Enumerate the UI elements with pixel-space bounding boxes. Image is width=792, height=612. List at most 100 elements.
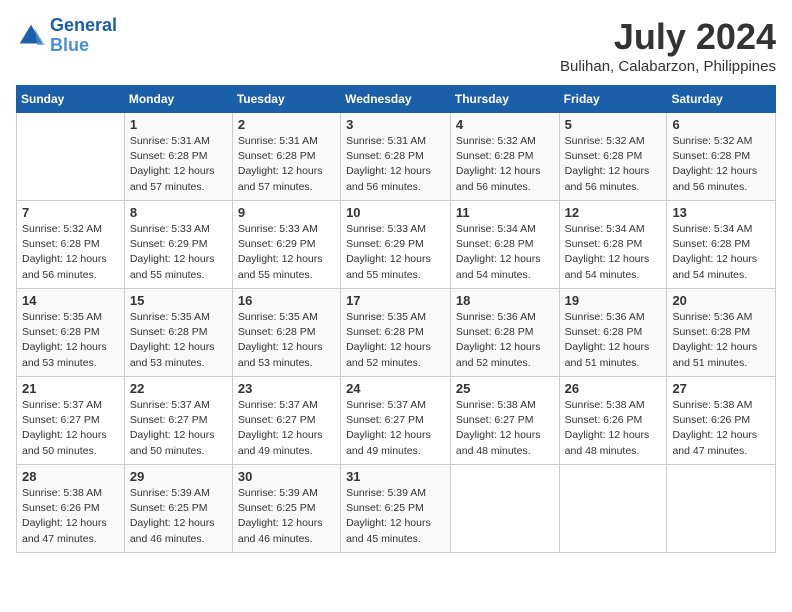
day-info: Sunrise: 5:37 AM Sunset: 6:27 PM Dayligh… <box>238 398 335 459</box>
day-info: Sunrise: 5:32 AM Sunset: 6:28 PM Dayligh… <box>22 222 119 283</box>
calendar-cell: 1Sunrise: 5:31 AM Sunset: 6:28 PM Daylig… <box>124 113 232 201</box>
day-number: 15 <box>130 293 227 308</box>
calendar-cell: 17 Sunrise: 5:35 AM Sunset: 6:28 PM Dayli… <box>341 289 451 377</box>
calendar-cell: 20 Sunrise: 5:36 AM Sunset: 6:28 PM Dayli… <box>667 289 776 377</box>
calendar-cell: 11 Sunrise: 5:34 AM Sunset: 6:28 PM Dayli… <box>450 201 559 289</box>
day-number: 19 <box>565 293 662 308</box>
day-number: 11 <box>456 205 554 220</box>
calendar-cell: 15 Sunrise: 5:35 AM Sunset: 6:28 PM Dayli… <box>124 289 232 377</box>
day-number: 6 <box>672 117 770 132</box>
day-number: 28 <box>22 469 119 484</box>
day-header-wednesday: Wednesday <box>341 86 451 113</box>
calendar-cell: 18 Sunrise: 5:36 AM Sunset: 6:28 PM Dayli… <box>450 289 559 377</box>
calendar-cell: 30Sunrise: 5:39 AM Sunset: 6:25 PM Dayli… <box>232 465 340 553</box>
day-info: Sunrise: 5:33 AM Sunset: 6:29 PM Dayligh… <box>238 222 335 283</box>
day-number: 25 <box>456 381 554 396</box>
day-number: 31 <box>346 469 445 484</box>
day-info: Sunrise: 5:35 AM Sunset: 6:28 PM Dayligh… <box>130 310 227 371</box>
day-info: Sunrise: 5:35 AM Sunset: 6:28 PM Dayligh… <box>346 310 445 371</box>
day-info: Sunrise: 5:34 AM Sunset: 6:28 PM Dayligh… <box>672 222 770 283</box>
calendar-cell: 19 Sunrise: 5:36 AM Sunset: 6:28 PM Dayli… <box>559 289 667 377</box>
day-number: 24 <box>346 381 445 396</box>
day-info: Sunrise: 5:39 AM Sunset: 6:25 PM Dayligh… <box>346 486 445 547</box>
day-number: 22 <box>130 381 227 396</box>
calendar-cell: 5 Sunrise: 5:32 AM Sunset: 6:28 PM Daylig… <box>559 113 667 201</box>
day-info: Sunrise: 5:39 AM Sunset: 6:25 PM Dayligh… <box>238 486 335 547</box>
day-info: Sunrise: 5:34 AM Sunset: 6:28 PM Dayligh… <box>456 222 554 283</box>
logo-text: General Blue <box>50 16 117 56</box>
calendar-cell: 9Sunrise: 5:33 AM Sunset: 6:29 PM Daylig… <box>232 201 340 289</box>
day-info: Sunrise: 5:36 AM Sunset: 6:28 PM Dayligh… <box>456 310 554 371</box>
day-info: Sunrise: 5:33 AM Sunset: 6:29 PM Dayligh… <box>346 222 445 283</box>
day-number: 3 <box>346 117 445 132</box>
day-header-saturday: Saturday <box>667 86 776 113</box>
day-info: Sunrise: 5:32 AM Sunset: 6:28 PM Dayligh… <box>456 134 554 195</box>
day-header-thursday: Thursday <box>450 86 559 113</box>
day-info: Sunrise: 5:38 AM Sunset: 6:26 PM Dayligh… <box>22 486 119 547</box>
day-number: 21 <box>22 381 119 396</box>
day-number: 20 <box>672 293 770 308</box>
day-number: 16 <box>238 293 335 308</box>
calendar-cell: 14Sunrise: 5:35 AM Sunset: 6:28 PM Dayli… <box>17 289 125 377</box>
day-number: 29 <box>130 469 227 484</box>
day-number: 1 <box>130 117 227 132</box>
calendar-cell <box>17 113 125 201</box>
day-number: 5 <box>565 117 662 132</box>
day-info: Sunrise: 5:31 AM Sunset: 6:28 PM Dayligh… <box>346 134 445 195</box>
day-number: 13 <box>672 205 770 220</box>
day-info: Sunrise: 5:36 AM Sunset: 6:28 PM Dayligh… <box>672 310 770 371</box>
calendar-cell: 23 Sunrise: 5:37 AM Sunset: 6:27 PM Dayli… <box>232 377 340 465</box>
day-info: Sunrise: 5:33 AM Sunset: 6:29 PM Dayligh… <box>130 222 227 283</box>
calendar-cell: 7 Sunrise: 5:32 AM Sunset: 6:28 PM Daylig… <box>17 201 125 289</box>
day-info: Sunrise: 5:35 AM Sunset: 6:28 PM Dayligh… <box>238 310 335 371</box>
calendar-cell <box>559 465 667 553</box>
calendar-cell: 6Sunrise: 5:32 AM Sunset: 6:28 PM Daylig… <box>667 113 776 201</box>
calendar-cell: 10Sunrise: 5:33 AM Sunset: 6:29 PM Dayli… <box>341 201 451 289</box>
day-info: Sunrise: 5:37 AM Sunset: 6:27 PM Dayligh… <box>130 398 227 459</box>
day-number: 2 <box>238 117 335 132</box>
day-info: Sunrise: 5:32 AM Sunset: 6:28 PM Dayligh… <box>565 134 662 195</box>
calendar-cell: 3 Sunrise: 5:31 AM Sunset: 6:28 PM Daylig… <box>341 113 451 201</box>
day-header-friday: Friday <box>559 86 667 113</box>
calendar-cell: 22 Sunrise: 5:37 AM Sunset: 6:27 PM Dayli… <box>124 377 232 465</box>
day-info: Sunrise: 5:37 AM Sunset: 6:27 PM Dayligh… <box>22 398 119 459</box>
day-header-monday: Monday <box>124 86 232 113</box>
week-row-2: 7 Sunrise: 5:32 AM Sunset: 6:28 PM Daylig… <box>17 201 776 289</box>
title-block: July 2024 Bulihan, Calabarzon, Philippin… <box>560 16 776 75</box>
calendar-cell: 12Sunrise: 5:34 AM Sunset: 6:28 PM Dayli… <box>559 201 667 289</box>
calendar-cell: 4Sunrise: 5:32 AM Sunset: 6:28 PM Daylig… <box>450 113 559 201</box>
day-info: Sunrise: 5:37 AM Sunset: 6:27 PM Dayligh… <box>346 398 445 459</box>
calendar-cell: 16 Sunrise: 5:35 AM Sunset: 6:28 PM Dayli… <box>232 289 340 377</box>
days-header-row: SundayMondayTuesdayWednesdayThursdayFrid… <box>17 86 776 113</box>
month-title: July 2024 <box>560 16 776 58</box>
calendar-cell <box>667 465 776 553</box>
day-info: Sunrise: 5:39 AM Sunset: 6:25 PM Dayligh… <box>130 486 227 547</box>
day-info: Sunrise: 5:31 AM Sunset: 6:28 PM Dayligh… <box>238 134 335 195</box>
day-number: 17 <box>346 293 445 308</box>
logo: General Blue <box>16 16 117 56</box>
day-number: 18 <box>456 293 554 308</box>
day-number: 7 <box>22 205 119 220</box>
week-row-1: 1 Sunrise: 5:31 AM Sunset: 6:28 PM Daylig… <box>17 113 776 201</box>
calendar-cell: 13 Sunrise: 5:34 AM Sunset: 6:28 PM Dayli… <box>667 201 776 289</box>
day-info: Sunrise: 5:36 AM Sunset: 6:28 PM Dayligh… <box>565 310 662 371</box>
calendar-cell: 26Sunrise: 5:38 AM Sunset: 6:26 PM Dayli… <box>559 377 667 465</box>
day-number: 23 <box>238 381 335 396</box>
calendar-cell: 8 Sunrise: 5:33 AM Sunset: 6:29 PM Daylig… <box>124 201 232 289</box>
calendar-cell: 24 Sunrise: 5:37 AM Sunset: 6:27 PM Dayli… <box>341 377 451 465</box>
week-row-5: 28 Sunrise: 5:38 AM Sunset: 6:26 PM Dayli… <box>17 465 776 553</box>
calendar-cell: 2 Sunrise: 5:31 AM Sunset: 6:28 PM Daylig… <box>232 113 340 201</box>
day-info: Sunrise: 5:38 AM Sunset: 6:27 PM Dayligh… <box>456 398 554 459</box>
day-header-sunday: Sunday <box>17 86 125 113</box>
day-number: 8 <box>130 205 227 220</box>
day-number: 27 <box>672 381 770 396</box>
calendar-cell <box>450 465 559 553</box>
calendar-cell: 28 Sunrise: 5:38 AM Sunset: 6:26 PM Dayli… <box>17 465 125 553</box>
calendar-cell: 31 Sunrise: 5:39 AM Sunset: 6:25 PM Dayli… <box>341 465 451 553</box>
week-row-4: 21 Sunrise: 5:37 AM Sunset: 6:27 PM Dayli… <box>17 377 776 465</box>
calendar-cell: 27Sunrise: 5:38 AM Sunset: 6:26 PM Dayli… <box>667 377 776 465</box>
calendar-cell: 21 Sunrise: 5:37 AM Sunset: 6:27 PM Dayli… <box>17 377 125 465</box>
day-info: Sunrise: 5:35 AM Sunset: 6:28 PM Dayligh… <box>22 310 119 371</box>
day-number: 12 <box>565 205 662 220</box>
logo-icon <box>16 21 46 51</box>
